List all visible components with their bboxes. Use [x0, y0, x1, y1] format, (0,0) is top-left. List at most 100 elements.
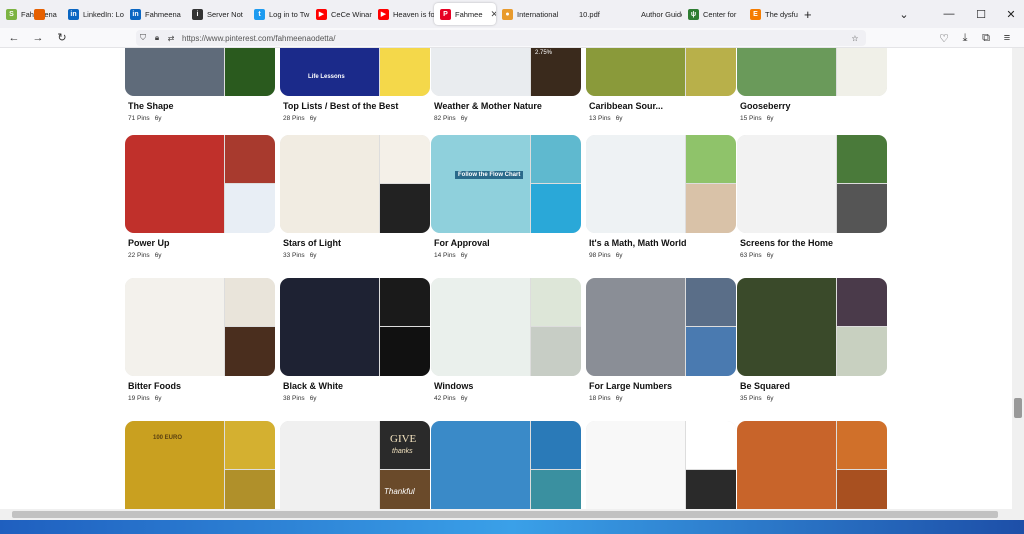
browser-tab[interactable]: in Fahmeena: [124, 3, 186, 25]
board-cover[interactable]: [125, 48, 275, 96]
board-cover[interactable]: [737, 135, 887, 233]
board-name[interactable]: Top Lists / Best of the Best: [283, 101, 430, 111]
board-name[interactable]: The Shape: [128, 101, 275, 111]
minimize-button[interactable]: —: [934, 0, 964, 28]
reload-icon[interactable]: ↻: [50, 28, 74, 48]
browser-tab[interactable]: E The dysfun: [744, 3, 798, 25]
board-age: 6y: [154, 115, 162, 122]
board-cover[interactable]: [737, 421, 887, 509]
board-card[interactable]: [586, 421, 736, 509]
board-cover[interactable]: 2.75%: [431, 48, 581, 96]
board-card[interactable]: GIVE thanks Thankful: [280, 421, 430, 509]
board-cover[interactable]: GIVE thanks Thankful: [280, 421, 430, 509]
board-card[interactable]: [737, 421, 887, 509]
maximize-button[interactable]: ☐: [966, 0, 996, 28]
board-card[interactable]: Caribbean Sour... 13 Pins 6y: [586, 48, 736, 122]
board-cover-image: [380, 135, 430, 183]
board-cover[interactable]: [280, 135, 430, 233]
board-name[interactable]: Gooseberry: [740, 101, 887, 111]
board-cover[interactable]: [431, 278, 581, 376]
menu-icon[interactable]: ≡: [995, 28, 1019, 48]
vertical-scrollbar[interactable]: [1012, 48, 1024, 509]
board-name[interactable]: Weather & Mother Nature: [434, 101, 581, 111]
board-cover[interactable]: Follow the Flow Chart: [431, 135, 581, 233]
permissions-icon[interactable]: ⇄: [164, 34, 178, 43]
firefox-view-tab[interactable]: [28, 3, 50, 25]
board-cover[interactable]: [586, 278, 736, 376]
board-meta: 38 Pins 6y: [283, 395, 430, 402]
board-name[interactable]: For Large Numbers: [589, 381, 736, 391]
board-card[interactable]: It's a Math, Math World 98 Pins 6y: [586, 135, 736, 259]
tab-list-icon[interactable]: ⌄: [889, 0, 919, 28]
board-cover[interactable]: [737, 48, 887, 96]
browser-tab[interactable]: i Server Not: [186, 3, 248, 25]
tab-label: Fahmeena: [145, 9, 181, 19]
board-age: 6y: [309, 115, 317, 122]
browser-tab[interactable]: ▶ CeCe Winans: [310, 3, 372, 25]
board-pin-count: 71 Pins: [128, 115, 150, 122]
board-name[interactable]: For Approval: [434, 238, 581, 248]
board-card[interactable]: Black & White 38 Pins 6y: [280, 278, 430, 402]
board-name[interactable]: Black & White: [283, 381, 430, 391]
board-cover[interactable]: [586, 48, 736, 96]
board-card[interactable]: Screens for the Home 63 Pins 6y: [737, 135, 887, 259]
board-card[interactable]: Be Squared 35 Pins 6y: [737, 278, 887, 402]
board-cover-image: [225, 327, 275, 376]
board-cover[interactable]: [280, 278, 430, 376]
browser-tab[interactable]: in LinkedIn: Lo: [62, 3, 124, 25]
board-cover-image: [737, 48, 836, 96]
horizontal-scroll-thumb[interactable]: [12, 511, 998, 518]
board-cover[interactable]: [586, 421, 736, 509]
board-cover-image: [686, 184, 736, 233]
board-cover[interactable]: Life Lessons: [280, 48, 430, 96]
bookmark-star-icon[interactable]: ☆: [848, 34, 862, 43]
board-name[interactable]: Be Squared: [740, 381, 887, 391]
close-window-button[interactable]: ✕: [996, 0, 1024, 28]
board-cover-image: [586, 421, 685, 509]
board-card[interactable]: Windows 42 Pins 6y: [431, 278, 581, 402]
browser-tab[interactable]: ψ Center for: [682, 3, 744, 25]
board-name[interactable]: Screens for the Home: [740, 238, 887, 248]
new-tab-icon[interactable]: +: [798, 3, 818, 25]
board-card[interactable]: Power Up 22 Pins 6y: [125, 135, 275, 259]
board-name[interactable]: Caribbean Sour...: [589, 101, 736, 111]
forward-icon[interactable]: →: [26, 28, 50, 48]
board-name[interactable]: Windows: [434, 381, 581, 391]
board-card[interactable]: [431, 421, 581, 509]
lock-icon[interactable]: 🔒︎: [150, 33, 164, 43]
browser-tab[interactable]: t Log in to Tw: [248, 3, 310, 25]
url-bar[interactable]: ⛉ 🔒︎ ⇄ https://www.pinterest.com/fahmeen…: [136, 30, 866, 46]
back-icon[interactable]: ←: [2, 28, 26, 48]
board-cover-image: [737, 278, 836, 376]
board-cover[interactable]: [125, 278, 275, 376]
board-card[interactable]: Follow the Flow Chart For Approval 14 Pins…: [431, 135, 581, 259]
board-meta: 13 Pins 6y: [589, 115, 736, 122]
board-cover[interactable]: [737, 278, 887, 376]
board-name[interactable]: It's a Math, Math World: [589, 238, 736, 248]
board-cover[interactable]: [125, 135, 275, 233]
vertical-scroll-thumb[interactable]: [1014, 398, 1022, 418]
board-card[interactable]: For Large Numbers 18 Pins 6y: [586, 278, 736, 402]
board-cover[interactable]: [586, 135, 736, 233]
browser-tab[interactable]: 10.pdf: [558, 3, 620, 25]
tab-label: Server Not: [207, 9, 243, 19]
board-name[interactable]: Bitter Foods: [128, 381, 275, 391]
browser-tab[interactable]: ▶ Heaven is fo: [372, 3, 434, 25]
board-card[interactable]: Gooseberry 15 Pins 6y: [737, 48, 887, 122]
browser-tab[interactable]: P Fahmee ✕: [434, 3, 496, 25]
shield-icon[interactable]: ⛉: [136, 33, 150, 43]
board-name[interactable]: Stars of Light: [283, 238, 430, 248]
board-cover[interactable]: [431, 421, 581, 509]
browser-tab[interactable]: Author Guideline: [620, 3, 682, 25]
board-card[interactable]: The Shape 71 Pins 6y: [125, 48, 275, 122]
browser-tab[interactable]: ● International: [496, 3, 558, 25]
board-card[interactable]: Stars of Light 33 Pins 6y: [280, 135, 430, 259]
horizontal-scrollbar[interactable]: [0, 509, 1024, 520]
board-card[interactable]: 100 EURO: [125, 421, 275, 509]
board-card[interactable]: Bitter Foods 19 Pins 6y: [125, 278, 275, 402]
board-card[interactable]: Life Lessons Top Lists / Best of the Best…: [280, 48, 430, 122]
board-name[interactable]: Power Up: [128, 238, 275, 248]
url-text[interactable]: https://www.pinterest.com/fahmeenaodetta…: [182, 34, 335, 43]
board-cover[interactable]: 100 EURO: [125, 421, 275, 509]
board-card[interactable]: 2.75% Weather & Mother Nature 82 Pins 6y: [431, 48, 581, 122]
